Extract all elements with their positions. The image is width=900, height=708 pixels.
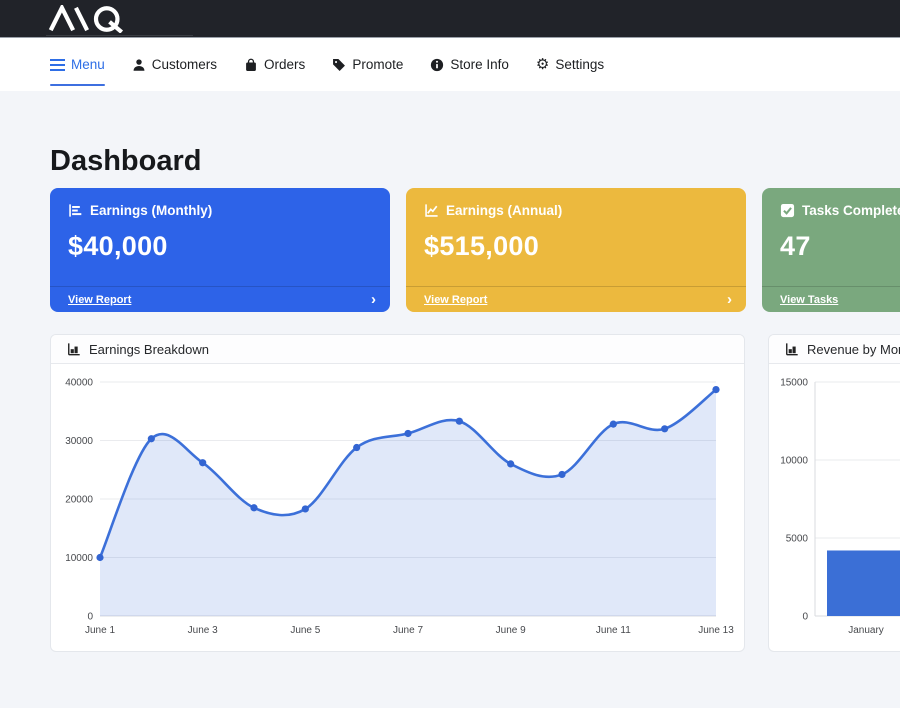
svg-text:5000: 5000 bbox=[786, 534, 809, 545]
tag-icon bbox=[332, 58, 346, 72]
chevron-right-icon[interactable]: › bbox=[371, 292, 376, 307]
chevron-right-icon[interactable]: › bbox=[727, 292, 732, 307]
info-circle-icon bbox=[430, 58, 444, 72]
hamburger-icon bbox=[50, 59, 65, 71]
chart-title: Revenue by Month bbox=[807, 342, 900, 357]
svg-text:June 5: June 5 bbox=[290, 625, 320, 636]
nav-item-label: Orders bbox=[264, 57, 305, 72]
stat-card-title: Tasks Completed bbox=[802, 203, 900, 218]
svg-text:10000: 10000 bbox=[65, 553, 93, 564]
main-nav: Menu Customers Orders Promote bbox=[0, 38, 900, 91]
bar-chart-icon bbox=[68, 203, 83, 218]
earnings-breakdown-line-chart[interactable]: 0 10000 20000 30000 40000 June 1 June 3 June 5 J… bbox=[51, 364, 744, 651]
svg-text:20000: 20000 bbox=[65, 495, 93, 506]
nav-item-customers[interactable]: Customers bbox=[132, 38, 217, 91]
chart-card-header: Revenue by Month bbox=[769, 335, 900, 364]
stat-card-value: $515,000 bbox=[424, 231, 728, 262]
stat-card-title: Earnings (Annual) bbox=[446, 203, 562, 218]
bar-chart-icon bbox=[785, 342, 799, 356]
svg-text:June 7: June 7 bbox=[393, 625, 423, 636]
view-tasks-link[interactable]: View Tasks bbox=[780, 294, 838, 306]
check-square-icon bbox=[780, 203, 795, 218]
revenue-by-month-card: Revenue by Month 0 5000 10000 15000 January bbox=[768, 334, 900, 652]
svg-text:15000: 15000 bbox=[780, 378, 808, 389]
tasks-completed-card[interactable]: Tasks Completed 47 View Tasks › bbox=[762, 188, 900, 312]
view-report-link[interactable]: View Report bbox=[68, 294, 131, 306]
nav-item-orders[interactable]: Orders bbox=[244, 38, 305, 91]
line-chart-icon bbox=[424, 203, 439, 218]
nav-item-settings[interactable]: ⚙ Settings bbox=[536, 38, 604, 91]
svg-text:40000: 40000 bbox=[65, 378, 93, 389]
gear-icon: ⚙ bbox=[536, 57, 549, 72]
nav-item-label: Settings bbox=[555, 57, 604, 72]
view-report-link[interactable]: View Report bbox=[424, 294, 487, 306]
person-icon bbox=[132, 58, 146, 72]
nav-item-label: Store Info bbox=[450, 57, 509, 72]
stat-card-value: $40,000 bbox=[68, 231, 372, 262]
revenue-by-month-bar-chart[interactable]: 0 5000 10000 15000 January bbox=[769, 364, 900, 651]
dashboard-app: Menu Customers Orders Promote bbox=[0, 0, 900, 708]
bar-chart-icon bbox=[67, 342, 81, 356]
svg-text:June 11: June 11 bbox=[596, 625, 631, 636]
bag-icon bbox=[244, 58, 258, 72]
main-content: Dashboard Earnings (Monthly) $40,000 bbox=[0, 145, 900, 652]
earnings-breakdown-card: Earnings Breakdown 0 10000 20000 30000 40000… bbox=[50, 334, 745, 652]
chart-title: Earnings Breakdown bbox=[89, 342, 209, 357]
svg-text:June 13: June 13 bbox=[698, 625, 734, 636]
svg-text:June 9: June 9 bbox=[496, 625, 526, 636]
stat-card-title: Earnings (Monthly) bbox=[90, 203, 212, 218]
active-tab-underline bbox=[50, 84, 105, 87]
svg-text:0: 0 bbox=[802, 612, 808, 623]
nav-item-promote[interactable]: Promote bbox=[332, 38, 403, 91]
stat-card-footer: View Tasks › bbox=[762, 286, 900, 312]
nav-item-label: Customers bbox=[152, 57, 217, 72]
nav-item-menu[interactable]: Menu bbox=[50, 38, 105, 91]
stat-cards-row: Earnings (Monthly) $40,000 View Report › bbox=[50, 188, 900, 312]
svg-text:June 1: June 1 bbox=[85, 625, 115, 636]
stat-card-footer: View Report › bbox=[406, 286, 746, 312]
page-title: Dashboard bbox=[50, 145, 900, 178]
mq-logo-icon[interactable] bbox=[46, 5, 132, 33]
svg-text:January: January bbox=[848, 625, 884, 636]
stat-card-value: 47 bbox=[780, 231, 900, 262]
nav-item-label: Menu bbox=[71, 57, 105, 72]
charts-row: Earnings Breakdown 0 10000 20000 30000 40000… bbox=[50, 334, 900, 652]
nav-item-label: Promote bbox=[352, 57, 403, 72]
chart-card-header: Earnings Breakdown bbox=[51, 335, 744, 364]
top-app-bar bbox=[0, 0, 900, 38]
earnings-monthly-card[interactable]: Earnings (Monthly) $40,000 View Report › bbox=[50, 188, 390, 312]
svg-text:0: 0 bbox=[87, 612, 93, 623]
nav-item-store-info[interactable]: Store Info bbox=[430, 38, 509, 91]
earnings-annual-card[interactable]: Earnings (Annual) $515,000 View Report › bbox=[406, 188, 746, 312]
svg-text:June 3: June 3 bbox=[188, 625, 218, 636]
stat-card-footer: View Report › bbox=[50, 286, 390, 312]
svg-text:10000: 10000 bbox=[780, 456, 808, 467]
logo-underline bbox=[46, 35, 193, 36]
svg-text:30000: 30000 bbox=[65, 436, 93, 447]
